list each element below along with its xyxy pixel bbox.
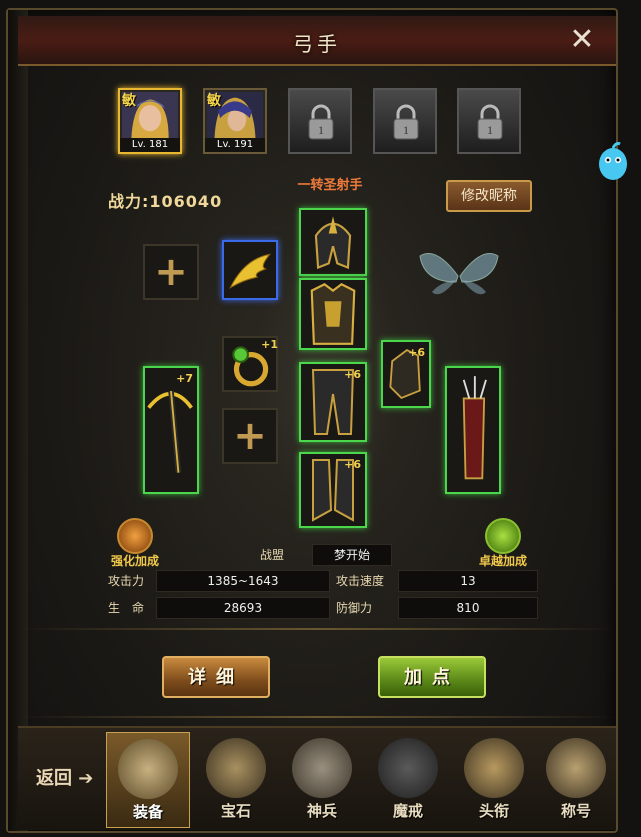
divider — [20, 716, 616, 718]
quiver-icon — [462, 376, 487, 480]
back-arrow-icon: ➔ — [72, 768, 94, 789]
plus-icon: + — [154, 249, 188, 295]
boots-slot[interactable]: +6 — [299, 452, 367, 528]
class-name: 一转圣射手 — [297, 178, 363, 193]
attack-speed-label: 攻击速度 — [336, 574, 385, 588]
tab-label: 魔戒 — [392, 802, 423, 820]
gloves-slot[interactable]: +6 — [381, 340, 431, 408]
pants-slot[interactable]: +6 — [299, 362, 367, 442]
hero-slot-locked-2[interactable]: 1 — [373, 88, 437, 154]
hero-selector: 敏 Lv. 181 敏 Lv. 191 1 1 1 — [0, 88, 641, 156]
tab-magic-ring[interactable]: 魔戒 — [366, 732, 450, 828]
rank-emblem-icon — [464, 738, 524, 798]
divider — [20, 628, 616, 630]
rename-button[interactable]: 修改昵称 — [446, 180, 532, 212]
title-bar: 弓手 ✕ — [18, 16, 616, 66]
plus-icon: + — [233, 413, 267, 459]
defense-value: 810 — [398, 597, 538, 619]
tab-rank-title[interactable]: 头衔 — [452, 732, 536, 828]
tab-title[interactable]: 称号 — [538, 732, 614, 828]
svg-text:1: 1 — [318, 123, 324, 137]
svg-text:1: 1 — [487, 123, 493, 137]
mascot-icon[interactable] — [596, 140, 630, 186]
agility-badge: 敏 — [122, 93, 136, 109]
back-label: 返回 — [36, 768, 72, 789]
hero-level: Lv. 181 — [120, 138, 180, 152]
wings-slot[interactable] — [414, 240, 500, 302]
attack-value: 1385~1643 — [156, 570, 330, 592]
gem-emblem-icon — [206, 738, 266, 798]
quiver-slot[interactable] — [445, 366, 501, 494]
helmet-slot[interactable] — [299, 208, 367, 276]
helmet-icon — [314, 216, 352, 270]
hero-slot-locked-1[interactable]: 1 — [288, 88, 352, 154]
sword-emblem-icon — [292, 738, 352, 798]
life-label: 生 命 — [108, 601, 145, 615]
life-value: 28693 — [156, 597, 330, 619]
ring-emblem-icon — [378, 738, 438, 798]
tab-equipment[interactable]: 装备 — [106, 732, 190, 828]
close-icon[interactable]: ✕ — [566, 24, 598, 56]
tab-label: 称号 — [560, 802, 591, 820]
equipment-emblem-icon — [118, 739, 178, 799]
armor-icon — [310, 283, 356, 345]
hero-slot-1[interactable]: 敏 Lv. 181 — [118, 88, 182, 154]
hero-slot-2[interactable]: 敏 Lv. 191 — [203, 88, 267, 154]
tab-label: 宝石 — [220, 802, 251, 820]
defense-label: 防御力 — [336, 601, 373, 615]
armor-slot[interactable] — [299, 278, 367, 350]
panel-title: 弓手 — [293, 32, 341, 56]
guild-row: 战盟 梦开始 — [106, 544, 542, 566]
gloves-enhance-level: +6 — [408, 346, 425, 359]
svg-text:1: 1 — [403, 123, 409, 137]
lock-icon: 1 — [393, 104, 419, 140]
tab-label: 头衔 — [478, 802, 509, 820]
attack-row: 攻击力 1385~1643 攻击速度 13 — [106, 570, 542, 592]
wings-icon — [419, 253, 499, 295]
weapon-slot[interactable]: +7 — [143, 366, 199, 494]
lock-icon: 1 — [477, 104, 503, 140]
tab-label: 神兵 — [306, 802, 337, 820]
golden-feather-icon — [229, 253, 272, 289]
ring-enhance-level: +1 — [261, 338, 278, 351]
title-emblem-icon — [546, 738, 606, 798]
boots-enhance-level: +6 — [344, 458, 361, 471]
tab-divine-weapon[interactable]: 神兵 — [280, 732, 364, 828]
detail-button[interactable]: 详细 — [162, 656, 270, 698]
life-row: 生 命 28693 防御力 810 — [106, 597, 542, 619]
lock-icon: 1 — [308, 104, 334, 140]
guild-label: 战盟 — [260, 548, 285, 562]
tab-label: 装备 — [132, 803, 163, 821]
ring-slot[interactable]: +1 — [222, 336, 278, 392]
attack-label: 攻击力 — [108, 574, 145, 588]
combat-power: 战力:106040 — [108, 192, 223, 211]
empty-slot-ring2[interactable]: + — [222, 408, 278, 464]
empty-slot-left[interactable]: + — [143, 244, 199, 300]
crossbow-icon — [147, 390, 193, 473]
attack-speed-value: 13 — [398, 570, 538, 592]
tab-gems[interactable]: 宝石 — [194, 732, 278, 828]
wings-accessory-slot[interactable] — [222, 240, 278, 300]
bottom-nav: 返回 ➔ 装备 宝石 神兵 魔戒 头衔 称号 — [18, 726, 616, 830]
back-button[interactable]: 返回 ➔ — [36, 764, 93, 790]
pants-enhance-level: +6 — [344, 368, 361, 381]
weapon-enhance-level: +7 — [176, 372, 193, 385]
hero-level: Lv. 191 — [205, 138, 265, 152]
agility-badge: 敏 — [207, 93, 221, 109]
add-points-button[interactable]: 加点 — [378, 656, 486, 698]
guild-value: 梦开始 — [312, 544, 392, 566]
hero-slot-locked-3[interactable]: 1 — [457, 88, 521, 154]
